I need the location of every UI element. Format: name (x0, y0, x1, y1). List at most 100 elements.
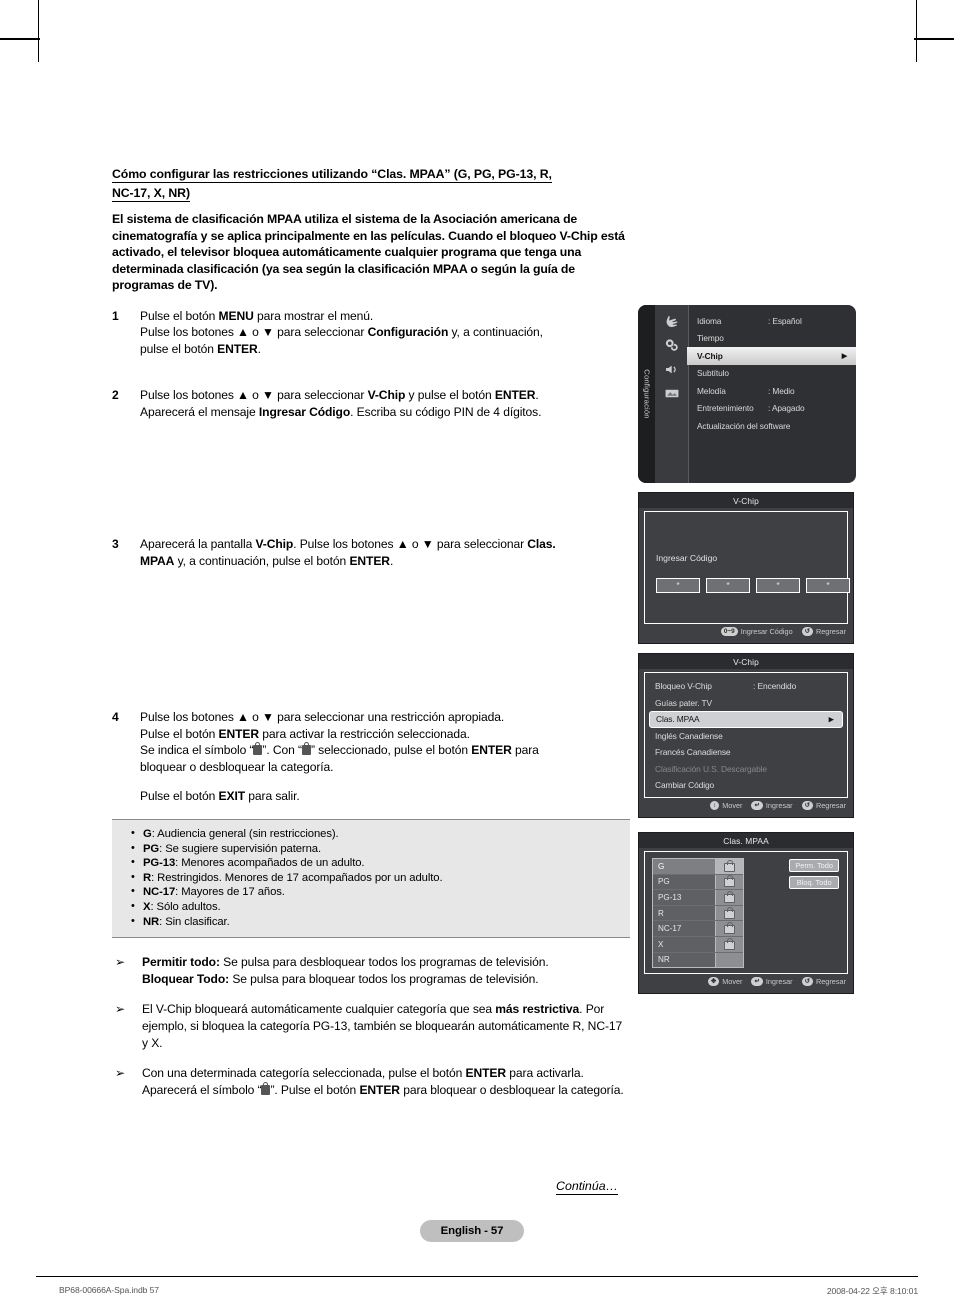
rating-definition-item: X: Sólo adultos. (130, 899, 620, 915)
mpaa-lock-cell[interactable] (715, 859, 743, 874)
osd-setup-row[interactable]: Subtítulo (688, 365, 856, 383)
osd-vchip-row[interactable]: Bloqueo V-Chip: Encendido (645, 678, 847, 695)
pin-digit-cell[interactable]: * (806, 578, 850, 593)
osd-setup-row[interactable]: Tiempo (688, 330, 856, 348)
osd-footer-key-icon: ↺ (801, 627, 813, 636)
osd-footer-key-icon: 0~9 (720, 627, 738, 636)
osd-footer-hint: ✥ Mover (707, 977, 742, 986)
osd-footer-hint: ↕ Mover (710, 801, 742, 810)
osd-footer-key-icon: ↵ (751, 801, 763, 810)
osd-footer-hint-label: Ingresar (765, 977, 793, 986)
screen-card-icon (663, 386, 681, 401)
lock-icon (724, 922, 735, 935)
mpaa-rating-row[interactable]: R (653, 905, 743, 922)
mpaa-bulk-button[interactable]: Bloq. Todo (789, 876, 839, 889)
mpaa-rating-row[interactable]: PG-13 (653, 890, 743, 906)
mpaa-rating-row[interactable]: NR (653, 952, 743, 968)
osd-setup-row[interactable]: V-Chip (687, 347, 856, 365)
osd-footer-hint: ↵ Ingresar (751, 977, 793, 986)
osd-footer-hint-label: Mover (722, 801, 743, 810)
rating-definition-item: NC-17: Mayores de 17 años. (130, 884, 620, 900)
osd-mpaa-footer-hints: ✥ Mover ↵ Ingresar ↺ Regresar (639, 974, 853, 989)
osd-footer-key-icon: ↺ (801, 801, 813, 810)
osd-setup-row[interactable]: Melodía : Medio (688, 382, 856, 400)
mpaa-rating-label: R (658, 908, 664, 918)
mpaa-rating-row[interactable]: X (653, 936, 743, 953)
step-3: 3 Aparecerá la pantalla V-Chip. Pulse lo… (112, 536, 630, 569)
mpaa-rating-label: NC-17 (658, 924, 682, 934)
osd-footer-hint-label: Regresar (815, 977, 846, 986)
osd-setup-row-label: Entretenimiento (697, 403, 754, 414)
crop-mark-top-left-horizontal (0, 38, 40, 40)
section-heading-line-1: Cómo configurar las restricciones utiliz… (112, 167, 552, 183)
pin-digit-cell[interactable]: * (706, 578, 750, 593)
osd-footer-hint-label: Regresar (815, 627, 846, 636)
crop-mark-top-right-horizontal (914, 38, 954, 40)
step-2-number: 2 (112, 388, 119, 403)
osd-setup-tab-column: Configuración (638, 305, 655, 483)
arrow-bullet-icon: ➢ (115, 1066, 125, 1081)
osd-setup-row[interactable]: Entretenimiento: Apagado (688, 400, 856, 418)
osd-mpaa-body: G PG PG-13 R NC-17 X NR Perm. Todo Bloq. Todo (644, 851, 848, 974)
mpaa-lock-cell[interactable] (715, 874, 743, 890)
step-2: 2 Pulse los botones ▲ o ▼ para seleccion… (112, 387, 630, 420)
notes-list: ➢ Permitir todo: Se pulsa para desbloquea… (112, 954, 630, 1098)
pin-digit-cell[interactable]: * (656, 578, 700, 593)
rating-definition-item: R: Restringidos. Menores de 17 acompañad… (130, 870, 620, 886)
crop-mark-top-right-vertical (916, 0, 917, 62)
arrow-bullet-icon: ➢ (115, 1002, 125, 1017)
osd-footer-key-icon: ↺ (801, 977, 813, 986)
osd-setup-row-label: Melodía (697, 385, 726, 396)
hand-pointer-icon (663, 314, 681, 329)
osd-vchip-row-label: Francés Canadiense (655, 747, 731, 758)
osd-setup-row-value: : Español (768, 315, 802, 326)
osd-setup-row-value: : Medio (768, 385, 795, 396)
osd-setup-row[interactable]: Idioma: Español (688, 312, 856, 330)
osd-setup-row-label: Actualización del software (697, 420, 791, 431)
step-4-text: Pulse los botones ▲ o ▼ para seleccionar… (140, 710, 539, 774)
gear-icon (663, 338, 681, 353)
osd-setup-menu-list: Idioma: Español Tiempo V-Chip Subtítulo Melo… (687, 305, 856, 483)
mpaa-rating-row[interactable]: NC-17 (653, 921, 743, 937)
osd-vchip-menu-screenshot: V-Chip Bloqueo V-Chip: Encendido Guías pa… (638, 653, 854, 818)
osd-footer-key-icon: ✥ (707, 977, 720, 986)
lock-icon (724, 937, 735, 950)
osd-vchip-row[interactable]: Clas. MPAA (649, 711, 843, 728)
pin-digit-cell[interactable]: * (756, 578, 800, 593)
mpaa-rating-label: G (658, 861, 665, 871)
osd-footer-key-icon: ↵ (751, 977, 763, 986)
osd-vchip-body: Bloqueo V-Chip: Encendido Guías pater. TV… (644, 672, 848, 798)
osd-pin-footer-hints: 0~9 Ingresar Código ↺ Regresar (639, 624, 853, 639)
osd-vchip-row[interactable]: Guías pater. TV (645, 695, 847, 712)
step-4: 4 Pulse los botones ▲ o ▼ para seleccion… (112, 709, 630, 805)
mpaa-lock-cell[interactable] (715, 936, 743, 952)
osd-footer-hint: ↺ Regresar (801, 627, 846, 636)
mpaa-lock-cell[interactable] (715, 952, 743, 968)
mpaa-lock-cell[interactable] (715, 921, 743, 936)
osd-vchip-row-value: : Encendido (753, 681, 797, 692)
crop-mark-top-left-vertical (38, 0, 39, 62)
mpaa-rating-label: PG-13 (658, 892, 682, 902)
osd-vchip-row[interactable]: Francés Canadiense (645, 744, 847, 761)
osd-vchip-row[interactable]: Cambiar Código (645, 777, 847, 794)
osd-vchip-row-label: Clasificación U.S. Descargable (655, 763, 767, 774)
mpaa-rating-row[interactable]: PG (653, 874, 743, 891)
mpaa-lock-cell[interactable] (715, 905, 743, 921)
osd-mpaa-bulk-buttons: Perm. Todo Bloq. Todo (789, 859, 839, 889)
footer-timestamp: 2008-04-22 오후 8:10:01 (826, 1286, 918, 1296)
osd-pin-label: Ingresar Código (656, 553, 718, 563)
rating-definition-item: NR: Sin clasificar. (130, 914, 620, 930)
page-number-badge: English - 57 (420, 1220, 524, 1242)
mpaa-bulk-button[interactable]: Perm. Todo (789, 859, 839, 872)
mpaa-lock-cell[interactable] (715, 890, 743, 905)
osd-vchip-row-label: Inglés Canadiense (655, 730, 723, 741)
osd-pin-entry-screenshot: V-Chip Ingresar Código * * * * 0~9 Ingresar … (638, 492, 854, 644)
osd-setup-tab-label: Configuración (642, 369, 651, 419)
osd-mpaa-rating-table: G PG PG-13 R NC-17 X NR (652, 858, 744, 969)
osd-vchip-row[interactable]: Inglés Canadiense (645, 728, 847, 745)
osd-vchip-row[interactable]: Clasificación U.S. Descargable (645, 761, 847, 778)
osd-setup-row[interactable]: Actualización del software (688, 417, 856, 435)
osd-footer-hint-label: Ingresar (765, 801, 793, 810)
mpaa-rating-row[interactable]: G (653, 859, 743, 875)
step-4-number: 4 (112, 710, 119, 725)
